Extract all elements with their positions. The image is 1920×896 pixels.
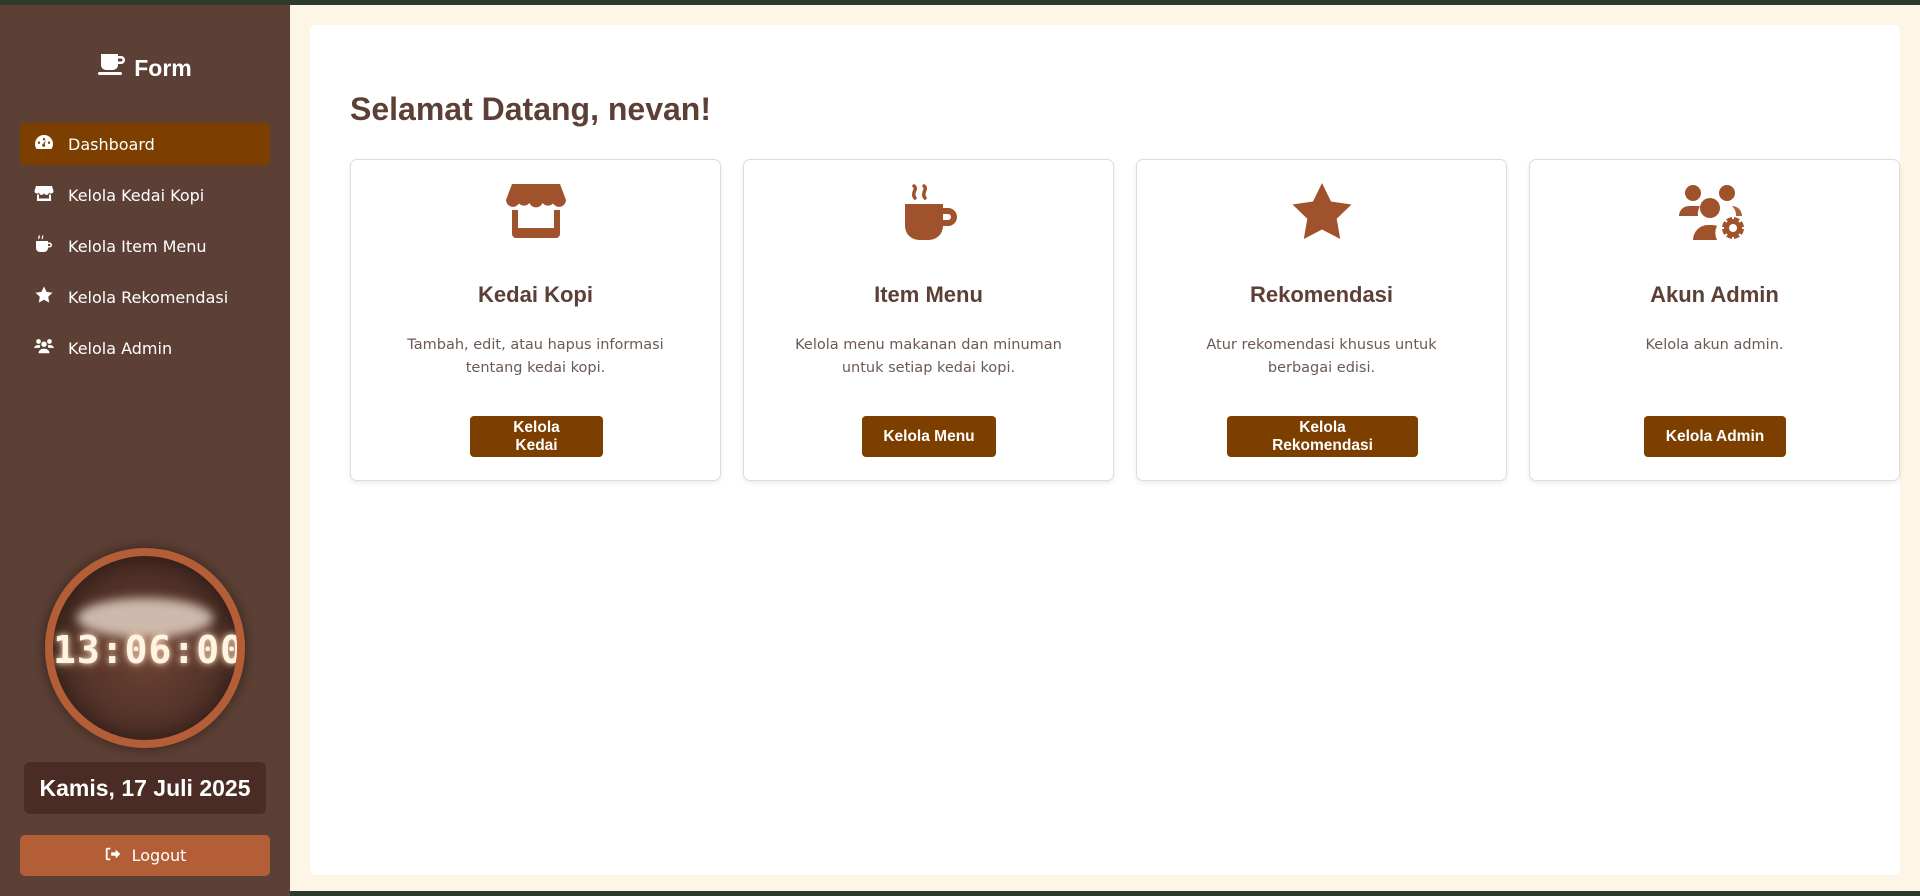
analog-clock-widget: 13:06:00 [45,548,245,748]
sidebar-item-label: Kelola Admin [68,338,173,358]
brand-title: Form [134,54,192,81]
card-rekomendasi: Rekomendasi Atur rekomendasi khusus untu… [1136,159,1507,481]
sidebar-item-kelola-admin[interactable]: Kelola Admin [20,327,270,369]
card-title: Rekomendasi [1249,282,1394,307]
kelola-admin-button[interactable]: Kelola Admin [1644,416,1786,457]
card-description: Atur rekomendasi khusus untuk berbagai e… [1206,337,1437,376]
sidebar-item-dashboard[interactable]: Dashboard [20,123,270,165]
store-icon [34,183,54,207]
gauge-icon [34,132,54,156]
sidebar-item-kelola-kedai-kopi[interactable]: Kelola Kedai Kopi [20,174,270,216]
logout-label: Logout [131,846,187,865]
kelola-menu-button[interactable]: Kelola Menu [862,416,996,457]
clock-time: 13:06:00 [53,628,245,672]
mug-hot-icon [744,182,1113,248]
card-akun-admin: Akun Admin Kelola akun admin. Kelola Adm… [1529,159,1900,481]
sidebar-item-label: Kelola Item Menu [68,236,207,256]
sidebar-item-kelola-rekomendasi[interactable]: Kelola Rekomendasi [20,276,270,318]
kelola-kedai-button[interactable]: Kelola Kedai [470,416,603,457]
mug-icon [34,234,54,258]
card-description: Tambah, edit, atau hapus informasi tenta… [407,337,664,376]
star-icon [34,285,54,309]
users-icon [34,336,54,360]
coffee-cup-icon [98,53,126,83]
sign-out-icon [104,845,122,867]
store-icon [351,182,720,248]
page-title: Selamat Datang, nevan! [350,91,711,127]
card-item-menu: Item Menu Kelola menu makanan dan minuma… [743,159,1114,481]
card-kedai-kopi: Kedai Kopi Tambah, edit, atau hapus info… [350,159,721,481]
sidebar-item-kelola-item-menu[interactable]: Kelola Item Menu [20,225,270,267]
kelola-rekomendasi-button[interactable]: Kelola Rekomendasi [1227,416,1418,457]
sidebar-item-label: Kelola Kedai Kopi [68,185,205,205]
sidebar-item-label: Kelola Rekomendasi [68,287,229,307]
logout-button[interactable]: Logout [20,835,270,876]
brand: Form [0,51,290,85]
sidebar-item-label: Dashboard [68,134,155,154]
card-description: Kelola menu makanan dan minuman untuk se… [795,337,1062,376]
card-title: Kedai Kopi [478,282,593,307]
date-display: Kamis, 17 Juli 2025 [24,762,266,814]
users-gear-icon [1530,182,1899,248]
sidebar-nav: Dashboard Kelola Kedai Kopi Kelola Item … [20,123,270,378]
card-title: Akun Admin [1650,282,1779,307]
main-area: Selamat Datang, nevan! Kedai Kopi Tambah… [290,5,1920,891]
star-icon [1137,182,1506,248]
card-title: Item Menu [874,282,983,307]
card-description: Kelola akun admin. [1645,337,1784,353]
sidebar: Form Dashboard Kelola Kedai Kopi Kelola … [0,5,290,896]
content-panel: Selamat Datang, nevan! Kedai Kopi Tambah… [310,25,1900,875]
